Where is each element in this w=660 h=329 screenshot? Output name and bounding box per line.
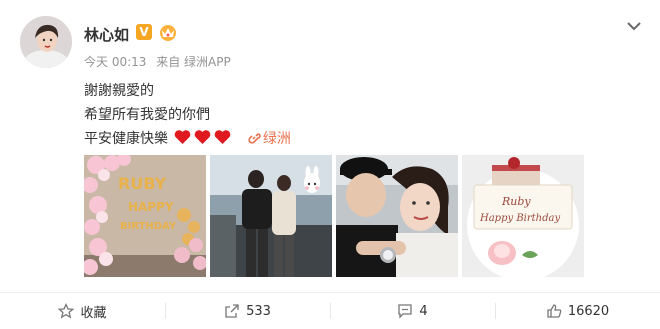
svg-text:BIRTHDAY: BIRTHDAY (120, 221, 177, 232)
favorite-label: 收藏 (80, 305, 107, 321)
share-icon (225, 304, 239, 318)
favorite-button[interactable]: 收藏 (0, 293, 165, 329)
comment-icon (398, 304, 413, 319)
heart-icon (215, 130, 231, 144)
photo-grid: RUBY HAPPY BIRTHDAY Ruby Happy Birthday (84, 155, 584, 277)
cake-photo[interactable]: Ruby Happy Birthday (462, 155, 584, 277)
verified-icon: V (136, 24, 152, 40)
post-meta: 今天 00:13 来自 绿洲APP (84, 53, 231, 70)
avatar[interactable] (20, 16, 72, 68)
oasis-link[interactable]: 绿洲 (247, 131, 291, 147)
post-text-line-3-text: 平安健康快樂 (84, 131, 168, 147)
couple-party-photo[interactable] (210, 155, 332, 277)
post-text-line-1: 謝謝親愛的 (84, 83, 154, 99)
like-icon (547, 304, 562, 318)
svg-text:RUBY: RUBY (118, 174, 167, 193)
chevron-down-icon[interactable] (624, 16, 644, 36)
heart-icon (175, 130, 191, 144)
post-source: 来自 绿洲APP (156, 55, 231, 69)
action-bar: 收藏 533 4 16620 (0, 292, 660, 329)
svg-text:Happy Birthday: Happy Birthday (479, 213, 560, 224)
post-time[interactable]: 今天 00:13 (84, 55, 146, 69)
comment-button[interactable]: 4 (330, 293, 495, 329)
like-count: 16620 (567, 303, 610, 319)
like-button[interactable]: 16620 (495, 293, 660, 329)
oasis-link-label: 绿洲 (262, 131, 291, 147)
heart-icon (195, 130, 211, 144)
crown-badge-icon[interactable] (158, 22, 178, 42)
balloon-birthday-photo[interactable]: RUBY HAPPY BIRTHDAY (84, 155, 206, 277)
username[interactable]: 林心如 (84, 24, 129, 45)
star-icon (58, 303, 75, 319)
hearts (174, 129, 234, 149)
svg-text:HAPPY: HAPPY (128, 200, 174, 214)
share-button[interactable]: 533 (165, 293, 330, 329)
post-text-line-3: 平安健康快樂 绿洲 (84, 128, 291, 149)
share-count: 533 (246, 303, 271, 319)
post-text-line-2: 希望所有我愛的你們 (84, 107, 210, 123)
comment-count: 4 (419, 303, 428, 319)
couple-selfie-photo[interactable] (336, 155, 458, 277)
link-icon (248, 133, 261, 144)
svg-text:Ruby: Ruby (501, 195, 531, 208)
